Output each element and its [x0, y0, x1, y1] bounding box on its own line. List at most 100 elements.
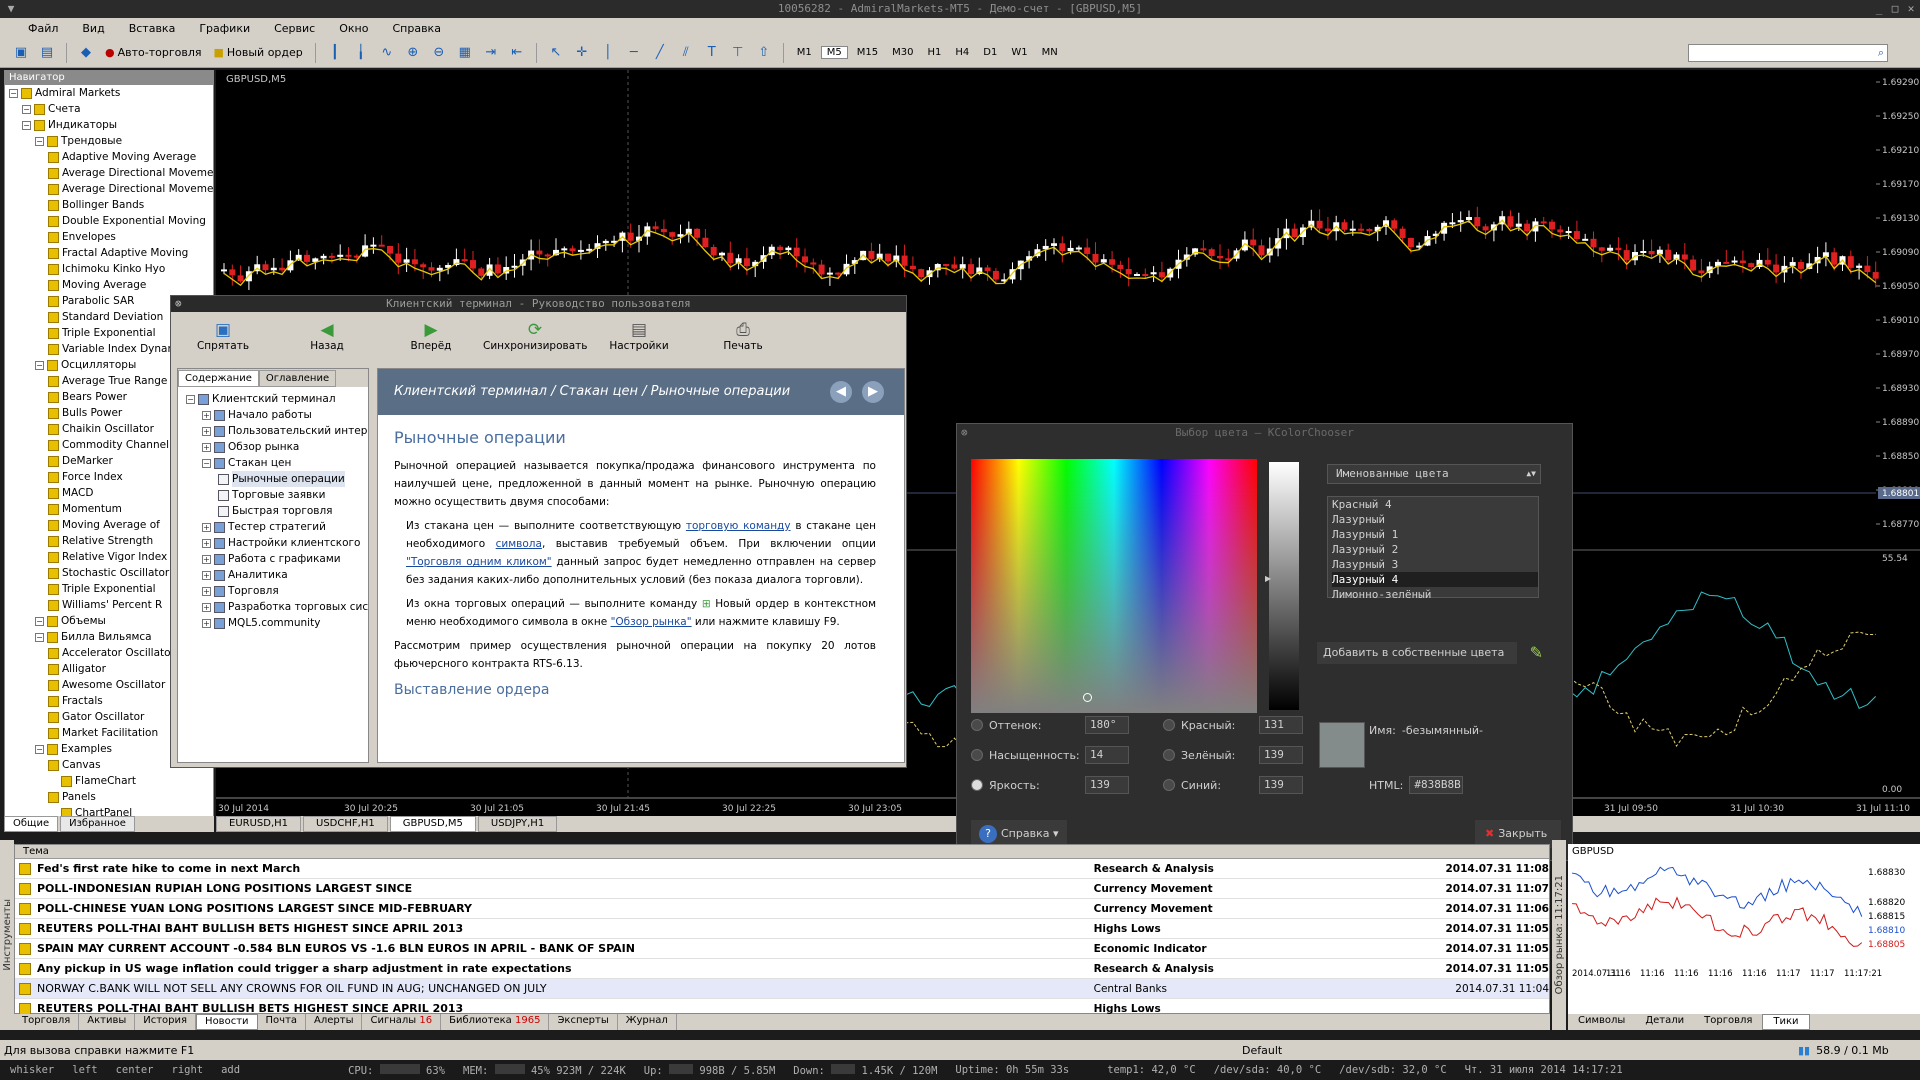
saturation-radio[interactable]	[971, 749, 983, 761]
help-tree-item[interactable]: Рыночные операции	[186, 471, 368, 487]
expand-icon[interactable]: +	[202, 426, 211, 436]
line-chart-icon[interactable]: ∿	[376, 42, 398, 64]
timeframe-d1[interactable]: D1	[978, 47, 1002, 58]
red-input[interactable]: 131	[1259, 716, 1303, 734]
help-tree-item[interactable]: + Работа с графиками	[186, 551, 368, 567]
chart-tab[interactable]: USDCHF,H1	[303, 816, 388, 832]
trendline-icon[interactable]: ╱	[649, 42, 671, 64]
help-tree-item[interactable]: Торговые заявки	[186, 487, 368, 503]
close-icon[interactable]: ✕	[1904, 2, 1918, 16]
tab-news[interactable]: Новости	[196, 1014, 258, 1030]
candle-chart-icon[interactable]: ╽	[350, 42, 372, 64]
chart-tab[interactable]: USDJPY,H1	[477, 816, 558, 832]
menu-help[interactable]: Справка	[380, 22, 452, 35]
expand-icon[interactable]: +	[202, 538, 211, 548]
saturation-input[interactable]: 14	[1085, 746, 1129, 764]
zoom-out-icon[interactable]: ⊖	[428, 42, 450, 64]
hide-button[interactable]: ▣ Спрятать	[171, 320, 275, 352]
forward-button[interactable]: ▶ Вперёд	[379, 320, 483, 352]
tab-experts[interactable]: Эксперты	[549, 1014, 618, 1030]
tab-index[interactable]: Оглавление	[258, 370, 337, 387]
slider-marker-icon[interactable]: ▶	[1265, 574, 1271, 583]
autotrade-button[interactable]: ● Авто-торговля	[101, 46, 205, 59]
maximize-icon[interactable]: □	[1888, 2, 1902, 16]
vertical-line-icon[interactable]: │	[597, 42, 619, 64]
named-color-item[interactable]: Лазурный 2	[1332, 542, 1538, 557]
news-row[interactable]: Fed's first rate hike to come in next Ma…	[15, 859, 1549, 879]
cursor-icon[interactable]: ↖	[545, 42, 567, 64]
profiles-icon[interactable]: ▤	[36, 42, 58, 64]
panel-item[interactable]: whisker	[10, 1064, 54, 1076]
close-icon[interactable]: ⊗	[961, 424, 968, 442]
back-button[interactable]: ◀ Назад	[275, 320, 379, 352]
tile-windows-icon[interactable]: ▦	[454, 42, 476, 64]
eyedropper-icon[interactable]: ✎	[1530, 642, 1543, 664]
navigator-item[interactable]: − Трендовые	[9, 133, 213, 149]
sync-button[interactable]: ⟳ Синхронизировать	[483, 320, 587, 352]
tab-journal[interactable]: Журнал	[618, 1014, 677, 1030]
market-watch-icon[interactable]: ◆	[75, 42, 97, 64]
brightness-slider[interactable]: ▶	[1265, 462, 1299, 710]
expand-icon[interactable]: −	[202, 458, 211, 468]
market-watch-link[interactable]: "Обзор рынка"	[611, 616, 692, 628]
named-color-item[interactable]: Красный 4	[1332, 497, 1538, 512]
tab-general[interactable]: Общие	[4, 816, 59, 832]
timeframe-m1[interactable]: M1	[792, 47, 817, 58]
menu-view[interactable]: Вид	[70, 22, 116, 35]
collapse-icon[interactable]: −	[35, 136, 44, 146]
hue-input[interactable]: 180°	[1085, 716, 1129, 734]
timeframe-m15[interactable]: M15	[852, 47, 883, 58]
help-tree-item[interactable]: + Аналитика	[186, 567, 368, 583]
tab-contents[interactable]: Содержание	[178, 370, 259, 387]
expand-icon[interactable]: +	[202, 410, 211, 420]
help-tree-item[interactable]: − Стакан цен	[186, 455, 368, 471]
menu-service[interactable]: Сервис	[262, 22, 327, 35]
timeframe-w1[interactable]: W1	[1006, 47, 1032, 58]
one-click-link[interactable]: "Торговля одним кликом"	[406, 556, 552, 568]
menu-file[interactable]: Файл	[6, 22, 70, 35]
autoscroll-icon[interactable]: ⇥	[480, 42, 502, 64]
menu-insert[interactable]: Вставка	[117, 22, 188, 35]
collapse-icon[interactable]: −	[35, 360, 44, 370]
blue-input[interactable]: 139	[1259, 776, 1303, 794]
expand-icon[interactable]: +	[202, 570, 211, 580]
news-row[interactable]: Any pickup in US wage inflation could tr…	[15, 959, 1549, 979]
navigator-item[interactable]: Moving Average	[9, 277, 213, 293]
arrows-icon[interactable]: ⇧	[753, 42, 775, 64]
named-color-item[interactable]: Лазурный 1	[1332, 527, 1538, 542]
navigator-item[interactable]: FlameChart	[9, 773, 213, 789]
help-tree-item[interactable]: + Начало работы	[186, 407, 368, 423]
navigator-item[interactable]: Envelopes	[9, 229, 213, 245]
tab-mail[interactable]: Почта	[258, 1014, 307, 1030]
close-icon[interactable]: ⊗	[175, 296, 182, 312]
collapse-icon[interactable]: −	[35, 744, 44, 754]
navigator-item[interactable]: Fractal Adaptive Moving	[9, 245, 213, 261]
navigator-item[interactable]: − Счета	[9, 101, 213, 117]
tab-signals[interactable]: Сигналы 16	[362, 1014, 442, 1030]
tab-trading[interactable]: Торговля	[1694, 1014, 1762, 1030]
tab-history[interactable]: История	[135, 1014, 197, 1030]
news-row[interactable]: SPAIN MAY CURRENT ACCOUNT -0.584 BLN EUR…	[15, 939, 1549, 959]
collapse-icon[interactable]: −	[22, 104, 31, 114]
html-input[interactable]: #838B8B	[1409, 776, 1464, 794]
hue-saturation-picker[interactable]	[971, 459, 1257, 713]
green-radio[interactable]	[1163, 749, 1175, 761]
tab-details[interactable]: Детали	[1635, 1014, 1694, 1030]
tab-ticks[interactable]: Тики	[1762, 1014, 1810, 1030]
timeframe-mn[interactable]: MN	[1037, 47, 1063, 58]
expand-icon[interactable]: −	[186, 394, 195, 404]
help-tree-item[interactable]: + Торговля	[186, 583, 368, 599]
tab-library[interactable]: Библиотека 1965	[441, 1014, 550, 1030]
picker-cursor[interactable]	[1083, 693, 1092, 702]
panel-item[interactable]: right	[172, 1064, 204, 1076]
app-menu-icon[interactable]: ▼	[4, 2, 18, 16]
expand-icon[interactable]: +	[202, 522, 211, 532]
navigator-item[interactable]: − Admiral Markets	[9, 85, 213, 101]
symbol-link[interactable]: символа	[496, 538, 542, 550]
help-tree-item[interactable]: + MQL5.community	[186, 615, 368, 631]
timeframe-h4[interactable]: H4	[950, 47, 974, 58]
prev-page-icon[interactable]: ◀	[830, 381, 852, 403]
named-color-item[interactable]: Лимонно-зелёный	[1332, 587, 1538, 602]
navigator-item[interactable]: Average Directional Movement	[9, 181, 213, 197]
chart-tab[interactable]: EURUSD,H1	[216, 816, 302, 832]
